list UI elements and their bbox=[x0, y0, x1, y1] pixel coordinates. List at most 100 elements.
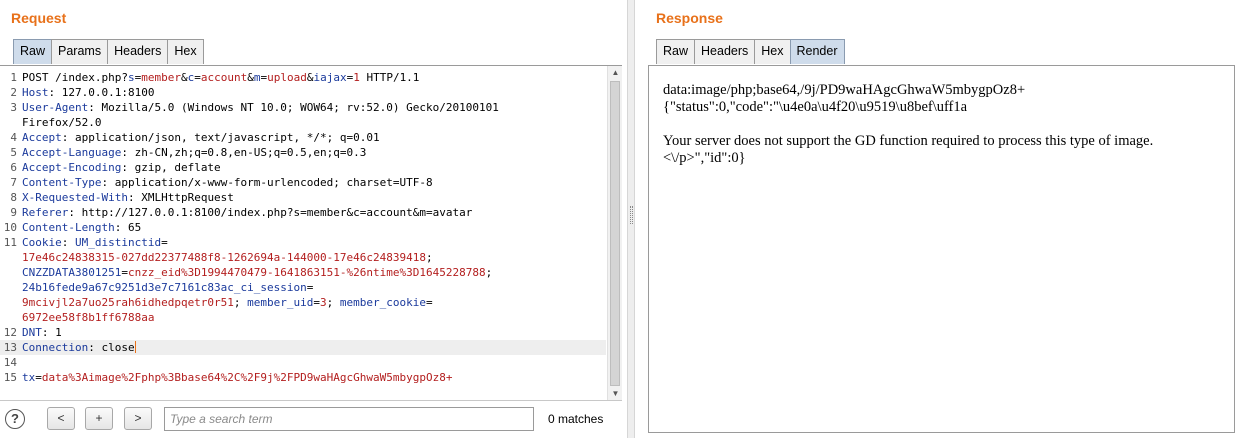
request-editor[interactable]: 1 POST /index.php?s=member&c=account&m=up… bbox=[0, 65, 622, 401]
request-lines: 1 POST /index.php?s=member&c=account&m=up… bbox=[0, 70, 606, 385]
line-number: 3 bbox=[10, 101, 17, 114]
line-number: 7 bbox=[10, 176, 17, 189]
tab-headers[interactable]: Headers bbox=[694, 39, 756, 64]
pane-divider[interactable] bbox=[627, 0, 635, 438]
search-input[interactable] bbox=[164, 407, 534, 431]
line-segment: member_cookie bbox=[339, 296, 426, 309]
line-number bbox=[0, 265, 22, 280]
request-line: 5 Accept-Language: zh-CN,zh;q=0.8,en-US;q… bbox=[0, 145, 606, 160]
line-segment: 3 bbox=[320, 296, 327, 309]
line-segment: = bbox=[426, 296, 433, 309]
line-segment: upload bbox=[267, 71, 307, 84]
line-segment: Connection bbox=[22, 341, 89, 354]
tab-render[interactable]: Render bbox=[789, 39, 845, 64]
request-line: 6972ee58f8b1ff6788aa bbox=[0, 310, 606, 325]
add-search-button[interactable]: + bbox=[85, 407, 113, 430]
line-segment: ; bbox=[326, 296, 340, 309]
line-segment: = bbox=[306, 281, 314, 294]
tab-hex[interactable]: Hex bbox=[754, 39, 791, 64]
render-data-uri: data:image/php;base64,/9j/PD9waHAgcGhwaW… bbox=[663, 82, 1026, 98]
line-segment: : bbox=[61, 236, 75, 249]
line-content: Cookie: UM_distinctid= bbox=[22, 235, 606, 250]
line-segment: Accept-Language bbox=[22, 146, 122, 159]
line-number: 1 bbox=[10, 71, 17, 84]
line-number: 13 bbox=[3, 341, 17, 354]
line-segment: tx bbox=[22, 371, 36, 384]
tab-headers[interactable]: Headers bbox=[107, 39, 169, 64]
divider-grip-icon[interactable] bbox=[630, 206, 633, 224]
tab-hex[interactable]: Hex bbox=[167, 39, 204, 64]
line-segment: & bbox=[180, 71, 188, 84]
tab-raw[interactable]: Raw bbox=[13, 39, 53, 64]
previous-match-button[interactable]: < bbox=[47, 407, 75, 430]
line-content bbox=[22, 355, 606, 370]
line-segment: Accept-Encoding bbox=[22, 161, 122, 174]
line-content: Firefox/52.0 bbox=[22, 115, 606, 130]
line-content: Connection: close bbox=[22, 340, 606, 355]
line-number: 6 bbox=[10, 161, 17, 174]
line-segment: member_uid bbox=[247, 296, 314, 309]
line-content: DNT: 1 bbox=[22, 325, 606, 340]
request-line: 24b16fede9a67c9251d3e7c7161c83ac_ci_sess… bbox=[0, 280, 606, 295]
request-line: 6 Accept-Encoding: gzip, deflate bbox=[0, 160, 606, 175]
line-segment: Content-Length bbox=[22, 221, 115, 234]
line-number bbox=[0, 295, 22, 310]
line-segment: : application/x-www-form-urlencoded; cha… bbox=[101, 176, 433, 189]
line-number bbox=[0, 310, 22, 325]
editor-scrollbar[interactable]: ▲ ▼ bbox=[607, 66, 622, 400]
request-line: 7 Content-Type: application/x-www-form-ur… bbox=[0, 175, 606, 190]
line-segment: Content-Type bbox=[22, 176, 102, 189]
line-segment: User-Agent bbox=[22, 101, 89, 114]
render-json-end: <\/p>","id":0} bbox=[663, 150, 746, 166]
tab-params[interactable]: Params bbox=[51, 39, 109, 64]
line-segment: = bbox=[161, 236, 168, 249]
line-number: 9 bbox=[10, 206, 17, 219]
line-number bbox=[0, 115, 22, 130]
line-number: 8 bbox=[10, 191, 17, 204]
next-match-button[interactable]: > bbox=[124, 407, 152, 430]
line-segment: Referer bbox=[22, 206, 69, 219]
line-segment: : XMLHttpRequest bbox=[127, 191, 234, 204]
line-number: 10 bbox=[3, 221, 17, 234]
request-tabs: Raw Params Headers Hex bbox=[13, 39, 204, 64]
line-number bbox=[0, 250, 22, 265]
tab-raw[interactable]: Raw bbox=[656, 39, 696, 64]
scroll-down-icon[interactable]: ▼ bbox=[608, 387, 622, 400]
line-segment: : http://127.0.0.1:8100/index.php?s=memb… bbox=[68, 206, 473, 219]
help-icon[interactable]: ? bbox=[5, 409, 25, 429]
line-segment: data%3Aimage%2Fphp%3Bbase64%2C%2F9j%2FPD… bbox=[41, 371, 453, 384]
line-segment: Cookie bbox=[22, 236, 62, 249]
line-number: 5 bbox=[10, 146, 17, 159]
line-content: CNZZDATA3801251=cnzz_eid%3D1994470479-16… bbox=[22, 265, 606, 280]
text-caret bbox=[134, 341, 136, 353]
line-segment: s bbox=[127, 71, 135, 84]
search-bar: ? < + > 0 matches bbox=[0, 402, 627, 438]
response-pane: Response Raw Headers Hex Render data:ima… bbox=[635, 0, 1235, 438]
line-number: 2 bbox=[10, 86, 17, 99]
line-segment: : close bbox=[88, 341, 135, 354]
request-line: 17e46c24838315-027dd22377488f8-1262694a-… bbox=[0, 250, 606, 265]
line-content: Host: 127.0.0.1:8100 bbox=[22, 85, 606, 100]
line-segment: : Mozilla/5.0 (Windows NT 10.0; WOW64; r… bbox=[88, 101, 499, 114]
line-content: tx=data%3Aimage%2Fphp%3Bbase64%2C%2F9j%2… bbox=[22, 370, 606, 385]
scroll-thumb[interactable] bbox=[610, 81, 620, 386]
line-segment: = bbox=[121, 266, 128, 279]
request-line: 9 Referer: http://127.0.0.1:8100/index.ph… bbox=[0, 205, 606, 220]
line-segment: DNT bbox=[22, 326, 42, 339]
line-segment: 9mcivjl2a7uo25rah6idhedpqetr0r51 bbox=[22, 296, 234, 309]
scroll-up-icon[interactable]: ▲ bbox=[608, 66, 622, 80]
line-segment: Host bbox=[22, 86, 49, 99]
line-segment: cnzz_eid%3D1994470479-1641863151-%26ntim… bbox=[127, 266, 486, 279]
line-segment: : 1 bbox=[41, 326, 62, 339]
line-number: 4 bbox=[10, 131, 17, 144]
response-tabs: Raw Headers Hex Render bbox=[656, 39, 845, 64]
line-content: Accept-Language: zh-CN,zh;q=0.8,en-US;q=… bbox=[22, 145, 606, 160]
line-content: 9mcivjl2a7uo25rah6idhedpqetr0r51; member… bbox=[22, 295, 606, 310]
request-line: 15 tx=data%3Aimage%2Fphp%3Bbase64%2C%2F9j… bbox=[0, 370, 606, 385]
line-segment: 17e46c24838315-027dd22377488f8-1262694a-… bbox=[22, 251, 426, 264]
line-segment: 24b16fede9a67c9251d3e7c7161c83ac_ci_sess… bbox=[22, 281, 307, 294]
line-number: 14 bbox=[3, 356, 17, 369]
request-line: 2 Host: 127.0.0.1:8100 bbox=[0, 85, 606, 100]
request-line: Firefox/52.0 bbox=[0, 115, 606, 130]
render-json-start: {"status":0,"code":"\u4e0a\u4f20\u9519\u… bbox=[663, 99, 968, 115]
